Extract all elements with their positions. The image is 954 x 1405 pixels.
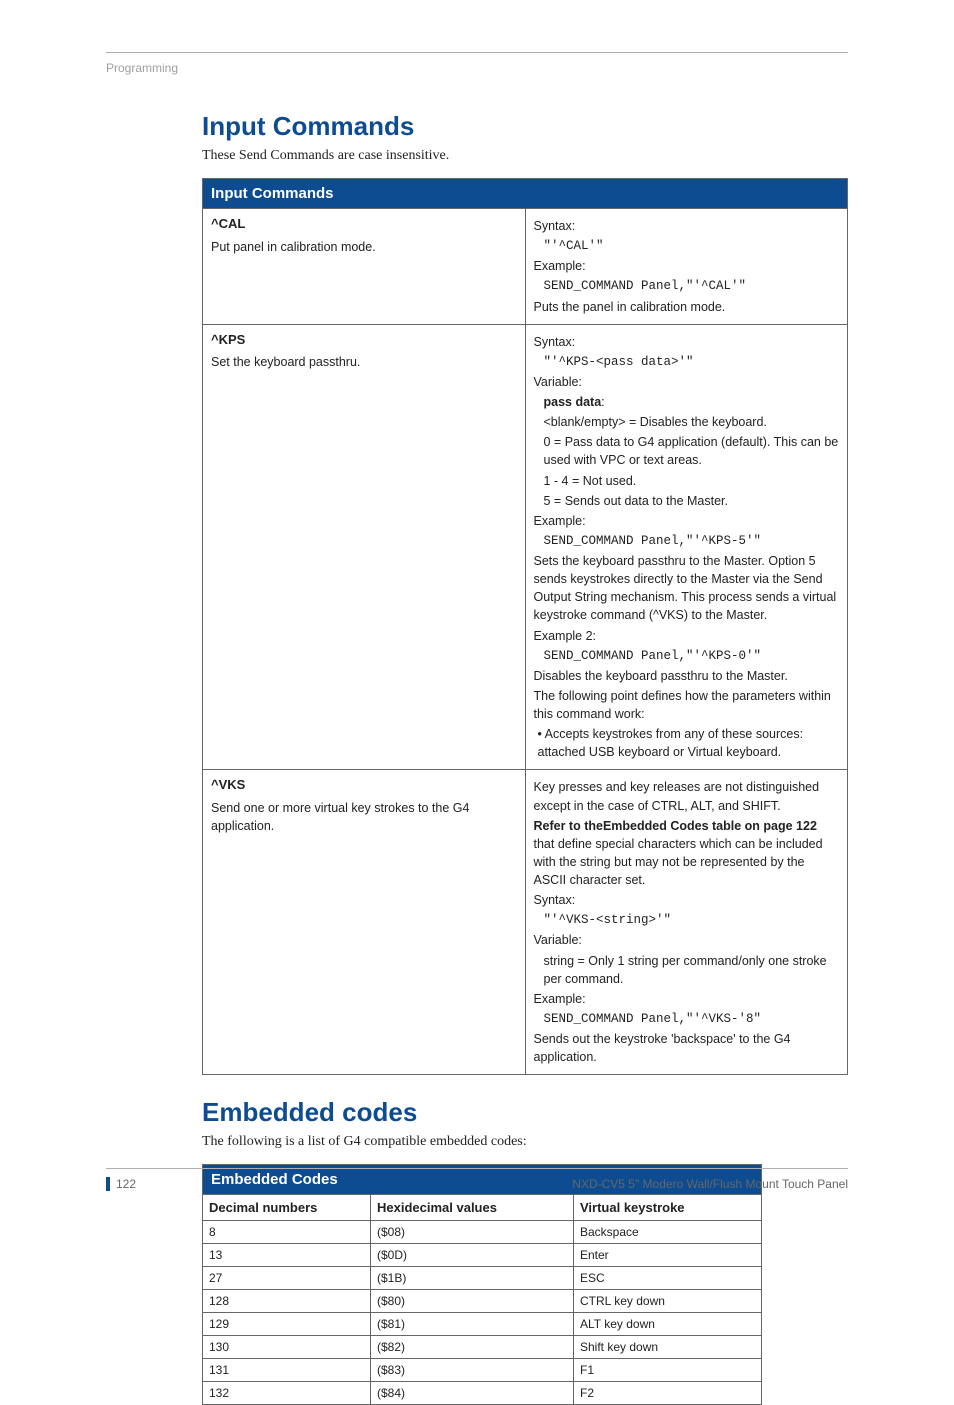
footer: 122 NXD-CV5 5" Modero Wall/Flush Mount T… xyxy=(106,1168,848,1191)
table-cell: ($84) xyxy=(371,1382,574,1405)
vks-refer-rest: that define special characters which can… xyxy=(534,837,823,887)
result-2: Disables the keyboard passthru to the Ma… xyxy=(534,667,840,685)
table-cell: 8 xyxy=(203,1221,371,1244)
table-row: 27($1B)ESC xyxy=(203,1267,762,1290)
cell-vks-left: ^VKS Send one or more virtual key stroke… xyxy=(203,770,526,1075)
passdata-label: pass data xyxy=(544,395,602,409)
table-cell: ($0D) xyxy=(371,1244,574,1267)
example-code-2: SEND_COMMAND Panel,"'^KPS-0'" xyxy=(534,647,840,665)
table-cell: 128 xyxy=(203,1290,371,1313)
example-code-1: SEND_COMMAND Panel,"'^KPS-5'" xyxy=(534,532,840,550)
cell-cal-left: ^CAL Put panel in calibration mode. xyxy=(203,209,526,325)
table-cell: 27 xyxy=(203,1267,371,1290)
intro-embedded-codes: The following is a list of G4 compatible… xyxy=(202,1134,848,1150)
table-cell: ($08) xyxy=(371,1221,574,1244)
vks-refer: Refer to theEmbedded Codes table on page… xyxy=(534,817,840,890)
table-row: 13($0D)Enter xyxy=(203,1244,762,1267)
passdata-colon: : xyxy=(601,395,604,409)
table-cell: ($82) xyxy=(371,1336,574,1359)
cmd-desc-cal: Put panel in calibration mode. xyxy=(211,240,376,254)
table-row: 8($08)Backspace xyxy=(203,1221,762,1244)
variable-text: string = Only 1 string per command/only … xyxy=(534,952,840,988)
table-cell: 132 xyxy=(203,1382,371,1405)
table-cell: CTRL key down xyxy=(574,1290,762,1313)
syntax-code: "'^KPS-<pass data>'" xyxy=(534,353,840,371)
cmd-name-vks: ^VKS xyxy=(211,776,517,795)
example-code: SEND_COMMAND Panel,"'^CAL'" xyxy=(534,277,840,295)
table-title-input: Input Commands xyxy=(203,179,848,209)
row-cal: ^CAL Put panel in calibration mode. Synt… xyxy=(203,209,848,325)
syntax-label: Syntax: xyxy=(534,891,840,909)
table-cell: 130 xyxy=(203,1336,371,1359)
vks-refer-bold: Refer to theEmbedded Codes table on page… xyxy=(534,819,817,833)
table-cell: ESC xyxy=(574,1267,762,1290)
example-label: Example: xyxy=(534,990,840,1008)
variable-label: Variable: xyxy=(534,931,840,949)
result-text: Sends out the keystroke 'backspace' to t… xyxy=(534,1030,840,1066)
cmd-name-kps: ^KPS xyxy=(211,331,517,350)
cell-cal-right: Syntax: "'^CAL'" Example: SEND_COMMAND P… xyxy=(525,209,848,325)
table-row: 129($81)ALT key down xyxy=(203,1313,762,1336)
table-row: 131($83)F1 xyxy=(203,1359,762,1382)
table-row: 130($82)Shift key down xyxy=(203,1336,762,1359)
result-text: Puts the panel in calibration mode. xyxy=(534,298,840,316)
passdata-line: pass data: xyxy=(534,393,840,411)
col-keystroke: Virtual keystroke xyxy=(574,1195,762,1221)
cmd-desc-vks: Send one or more virtual key strokes to … xyxy=(211,801,469,833)
cell-kps-left: ^KPS Set the keyboard passthru. xyxy=(203,324,526,770)
table-cell: Shift key down xyxy=(574,1336,762,1359)
table-cell: ($80) xyxy=(371,1290,574,1313)
example-label: Example: xyxy=(534,257,840,275)
variable-label: Variable: xyxy=(534,373,840,391)
content-column: Input Commands These Send Commands are c… xyxy=(202,111,848,1405)
example-code: SEND_COMMAND Panel,"'^VKS-'8" xyxy=(534,1010,840,1028)
var-14: 1 - 4 = Not used. xyxy=(534,472,840,490)
table-cell: Backspace xyxy=(574,1221,762,1244)
table-cell: ($83) xyxy=(371,1359,574,1382)
vks-line1: Key presses and key releases are not dis… xyxy=(534,778,840,814)
table-cell: 129 xyxy=(203,1313,371,1336)
table-cell: ($81) xyxy=(371,1313,574,1336)
header-section: Programming xyxy=(106,61,848,75)
table-cell: ALT key down xyxy=(574,1313,762,1336)
row-kps: ^KPS Set the keyboard passthru. Syntax: … xyxy=(203,324,848,770)
example2-label: Example 2: xyxy=(534,627,840,645)
top-rule xyxy=(106,52,848,53)
intro-input-commands: These Send Commands are case insensitive… xyxy=(202,148,848,164)
page-number: 122 xyxy=(106,1177,136,1191)
bullet: • Accepts keystrokes from any of these s… xyxy=(534,725,840,761)
table-input-commands: Input Commands ^CAL Put panel in calibra… xyxy=(202,178,848,1075)
table-cell: ($1B) xyxy=(371,1267,574,1290)
cmd-desc-kps: Set the keyboard passthru. xyxy=(211,355,360,369)
table-embedded-codes: Embedded Codes Decimal numbers Hexidecim… xyxy=(202,1164,762,1405)
result-1: Sets the keyboard passthru to the Master… xyxy=(534,552,840,625)
table-cell: 131 xyxy=(203,1359,371,1382)
table-cell: F1 xyxy=(574,1359,762,1382)
page: Programming Input Commands These Send Co… xyxy=(0,0,954,1235)
col-decimal: Decimal numbers xyxy=(203,1195,371,1221)
var-5: 5 = Sends out data to the Master. xyxy=(534,492,840,510)
syntax-label: Syntax: xyxy=(534,217,840,235)
footer-title: NXD-CV5 5" Modero Wall/Flush Mount Touch… xyxy=(572,1177,848,1191)
syntax-code: "'^CAL'" xyxy=(534,237,840,255)
cmd-name-cal: ^CAL xyxy=(211,215,517,234)
heading-embedded-codes: Embedded codes xyxy=(202,1097,848,1128)
example-label: Example: xyxy=(534,512,840,530)
heading-input-commands: Input Commands xyxy=(202,111,848,142)
cell-kps-right: Syntax: "'^KPS-<pass data>'" Variable: p… xyxy=(525,324,848,770)
row-vks: ^VKS Send one or more virtual key stroke… xyxy=(203,770,848,1075)
table-cell: Enter xyxy=(574,1244,762,1267)
following-text: The following point defines how the para… xyxy=(534,687,840,723)
table-row: 132($84)F2 xyxy=(203,1382,762,1405)
table-cell: F2 xyxy=(574,1382,762,1405)
syntax-label: Syntax: xyxy=(534,333,840,351)
col-hex: Hexidecimal values xyxy=(371,1195,574,1221)
var-blank: <blank/empty> = Disables the keyboard. xyxy=(534,413,840,431)
var-0: 0 = Pass data to G4 application (default… xyxy=(534,433,840,469)
syntax-code: "'^VKS-<string>'" xyxy=(534,911,840,929)
cell-vks-right: Key presses and key releases are not dis… xyxy=(525,770,848,1075)
table-row: 128($80)CTRL key down xyxy=(203,1290,762,1313)
table-cell: 13 xyxy=(203,1244,371,1267)
